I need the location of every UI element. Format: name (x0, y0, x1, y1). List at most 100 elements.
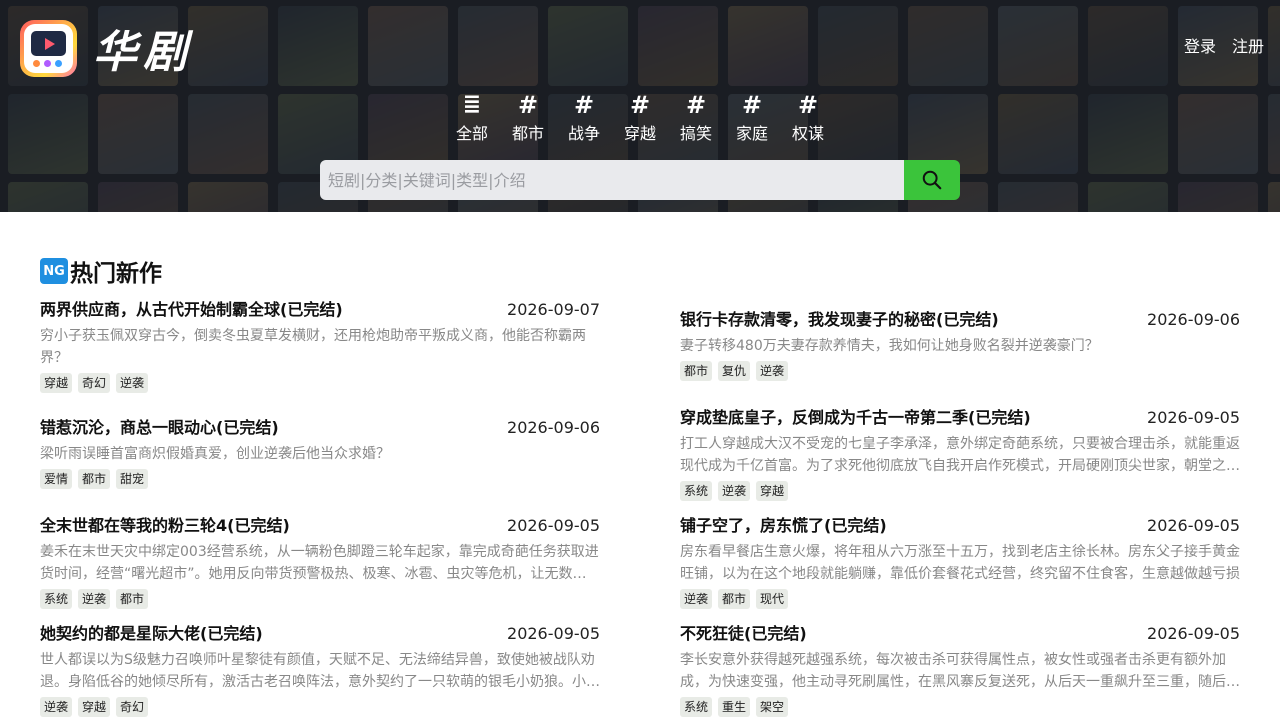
play-icon (31, 30, 66, 56)
category-all[interactable]: ≣ 全部 (444, 92, 500, 144)
tv-icon (24, 23, 73, 73)
item-title[interactable]: 铺子空了，房东慌了(已完结) (680, 512, 887, 536)
tag[interactable]: 都市 (718, 589, 751, 609)
item-description: 世人都误以为S级魅力召唤师叶星黎徒有颜值，天赋不足、无法缔结异兽，致使她被战队劝… (40, 652, 600, 690)
item-date: 2026-09-05 (1147, 624, 1240, 643)
item-description: 姜禾在末世天灾中绑定003经营系统，从一辆粉色脚蹬三轮车起家，靠完成奇葩任务获取… (40, 544, 599, 582)
hash-icon: # (685, 91, 707, 119)
tag-list: 都市 复仇 逆袭 (680, 361, 1240, 381)
search-button[interactable] (904, 160, 960, 200)
item-description: 梁听雨误睡首富商炽假婚真爱，创业逆袭后他当众求婚？ (40, 446, 390, 462)
item-date: 2026-09-07 (507, 300, 600, 319)
item-description: 李长安意外获得越死越强系统，每次被击杀可获得属性点，被女性或强者击杀更有额外加成… (680, 652, 1240, 690)
item-description: 房东看早餐店生意火爆，将年租从六万涨至十五万，找到老店主徐长林。房东父子接手黄金… (680, 544, 1240, 582)
tag-list: 逆袭 穿越 奇幻 (40, 697, 600, 717)
tag[interactable]: 逆袭 (756, 361, 789, 381)
tag[interactable]: 架空 (756, 697, 789, 717)
category-nav: ≣ 全部 # 都市 # 战争 # 穿越 # 搞笑 # 家庭 # 权谋 (444, 92, 836, 144)
site-name: 华剧 (93, 27, 193, 78)
list-item: 她契约的都是星际大佬(已完结) 2026-09-05 世人都误以为S级魅力召唤师… (40, 620, 600, 717)
list-item: 穿成垫底皇子，反倒成为千古一帝第二季(已完结) 2026-09-05 打工人穿越… (680, 404, 1240, 501)
item-description: 穷小子获玉佩双穿古今，倒卖冬虫夏草发横财，还用枪炮助帝平叛成义商，他能否称霸两界… (40, 328, 586, 366)
search-input[interactable] (320, 160, 904, 200)
page-header: 华剧 登录 注册 ≣ 全部 # 都市 # 战争 # 穿越 # 搞笑 # 家庭 #… (0, 0, 1280, 212)
item-date: 2026-09-06 (1147, 310, 1240, 329)
tag-list: 系统 重生 架空 (680, 697, 1240, 717)
tag[interactable]: 系统 (680, 697, 713, 717)
section-heading: 热门新作 (70, 261, 162, 287)
item-description: 妻子转移480万夫妻存款养情夫，我如何让她身败名裂并逆袭豪门？ (680, 338, 1099, 354)
login-link[interactable]: 登录 (1184, 33, 1216, 57)
register-link[interactable]: 注册 (1232, 33, 1264, 57)
category-label: 战争 (567, 124, 600, 143)
category-jiating[interactable]: # 家庭 (724, 92, 780, 144)
tag[interactable]: 穿越 (756, 481, 789, 501)
item-date: 2026-09-05 (507, 516, 600, 535)
category-gaoxiao[interactable]: # 搞笑 (668, 92, 724, 144)
tag[interactable]: 系统 (40, 589, 73, 609)
item-title[interactable]: 穿成垫底皇子，反倒成为千古一帝第二季(已完结) (680, 404, 1031, 428)
tag[interactable]: 复仇 (718, 361, 751, 381)
tag-list: 爱情 都市 甜宠 (40, 469, 600, 489)
logo-dots (33, 59, 62, 67)
hash-icon: # (629, 91, 651, 119)
category-chuanyue[interactable]: # 穿越 (612, 92, 668, 144)
tag[interactable]: 穿越 (40, 373, 73, 393)
hash-icon: # (741, 91, 763, 119)
tag[interactable]: 甜宠 (116, 469, 149, 489)
category-label: 家庭 (735, 124, 768, 143)
category-zhanzheng[interactable]: # 战争 (556, 92, 612, 144)
site-logo[interactable]: 华剧 (20, 16, 193, 80)
tag[interactable]: 现代 (756, 589, 789, 609)
item-title[interactable]: 全末世都在等我的粉三轮4(已完结) (40, 512, 290, 536)
list-icon: ≣ (462, 92, 482, 117)
list-item: 错惹沉沦，商总一眼动心(已完结) 2026-09-06 梁听雨误睡首富商炽假婚真… (40, 414, 600, 489)
tag-list: 系统 逆袭 穿越 (680, 481, 1240, 501)
tag[interactable]: 爱情 (40, 469, 73, 489)
tag[interactable]: 系统 (680, 481, 713, 501)
category-label: 权谋 (791, 124, 824, 143)
category-dushi[interactable]: # 都市 (500, 92, 556, 144)
item-date: 2026-09-05 (1147, 516, 1240, 535)
hash-icon: # (573, 91, 595, 119)
item-date: 2026-09-05 (1147, 408, 1240, 427)
tag[interactable]: 逆袭 (116, 373, 149, 393)
tag[interactable]: 都市 (680, 361, 713, 381)
list-item: 两界供应商，从古代开始制霸全球(已完结) 2026-09-07 穷小子获玉佩双穿… (40, 296, 600, 393)
category-label: 搞笑 (679, 124, 712, 143)
tag[interactable]: 奇幻 (116, 697, 149, 717)
tag[interactable]: 逆袭 (78, 589, 111, 609)
tag[interactable]: 逆袭 (40, 697, 73, 717)
tag[interactable]: 穿越 (78, 697, 111, 717)
item-title[interactable]: 两界供应商，从古代开始制霸全球(已完结) (40, 296, 343, 320)
search-icon (922, 170, 942, 190)
item-title[interactable]: 不死狂徒(已完结) (680, 620, 807, 644)
list-item: 全末世都在等我的粉三轮4(已完结) 2026-09-05 姜禾在末世天灾中绑定0… (40, 512, 600, 609)
item-title[interactable]: 她契约的都是星际大佬(已完结) (40, 620, 263, 644)
list-item: 铺子空了，房东慌了(已完结) 2026-09-05 房东看早餐店生意火爆，将年租… (680, 512, 1240, 609)
category-label: 都市 (511, 124, 544, 143)
tag[interactable]: 奇幻 (78, 373, 111, 393)
search-bar (320, 160, 960, 200)
list-item: 银行卡存款清零，我发现妻子的秘密(已完结) 2026-09-06 妻子转移480… (680, 306, 1240, 381)
list-item: 不死狂徒(已完结) 2026-09-05 李长安意外获得越死越强系统，每次被击杀… (680, 620, 1240, 717)
ng-badge-icon: NG (40, 258, 68, 284)
logo-badge (20, 19, 77, 77)
category-label: 穿越 (623, 124, 656, 143)
category-quanmou[interactable]: # 权谋 (780, 92, 836, 144)
tag-list: 系统 逆袭 都市 (40, 589, 600, 609)
category-label: 全部 (455, 124, 488, 143)
tag-list: 穿越 奇幻 逆袭 (40, 373, 600, 393)
item-date: 2026-09-05 (507, 624, 600, 643)
tag[interactable]: 都市 (78, 469, 111, 489)
item-title[interactable]: 错惹沉沦，商总一眼动心(已完结) (40, 414, 279, 438)
item-description: 打工人穿越成大汉不受宠的七皇子李承泽，意外绑定奇葩系统，只要被合理击杀，就能重返… (680, 436, 1240, 474)
tag[interactable]: 重生 (718, 697, 751, 717)
tag-list: 逆袭 都市 现代 (680, 589, 1240, 609)
tag[interactable]: 逆袭 (718, 481, 751, 501)
item-date: 2026-09-06 (507, 418, 600, 437)
item-title[interactable]: 银行卡存款清零，我发现妻子的秘密(已完结) (680, 306, 999, 330)
section-title: NG 热门新作 (40, 254, 162, 288)
tag[interactable]: 都市 (116, 589, 149, 609)
tag[interactable]: 逆袭 (680, 589, 713, 609)
